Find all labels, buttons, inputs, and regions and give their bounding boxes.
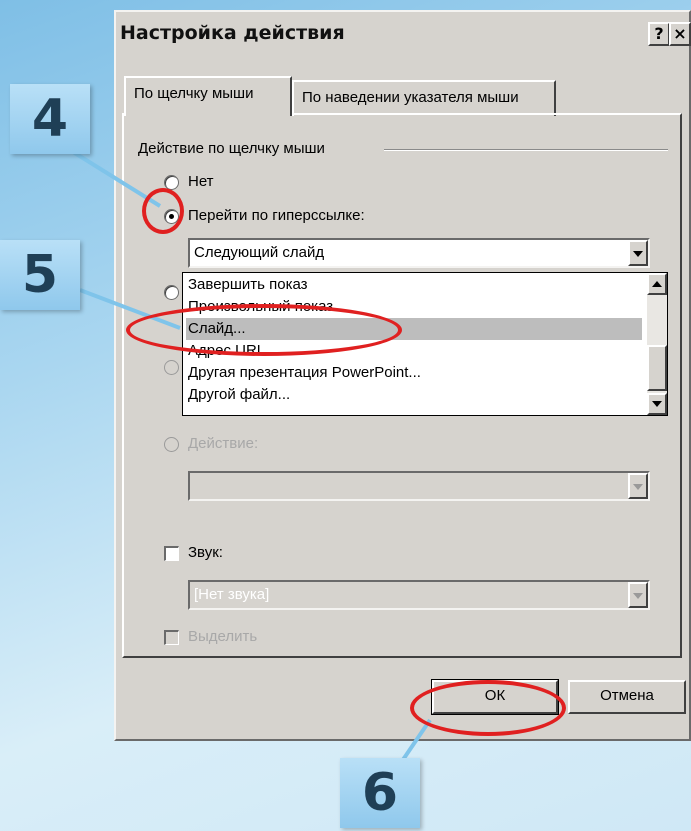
highlight-ring-slide-item — [126, 304, 402, 356]
highlight-ring-radio — [142, 188, 184, 234]
highlight-ring-ok — [410, 680, 566, 736]
callout-pointers — [68, 148, 432, 772]
step-badge-5: 5 — [0, 240, 80, 310]
step-badge-4: 4 — [10, 84, 90, 154]
step-badge-6: 6 — [340, 758, 420, 828]
